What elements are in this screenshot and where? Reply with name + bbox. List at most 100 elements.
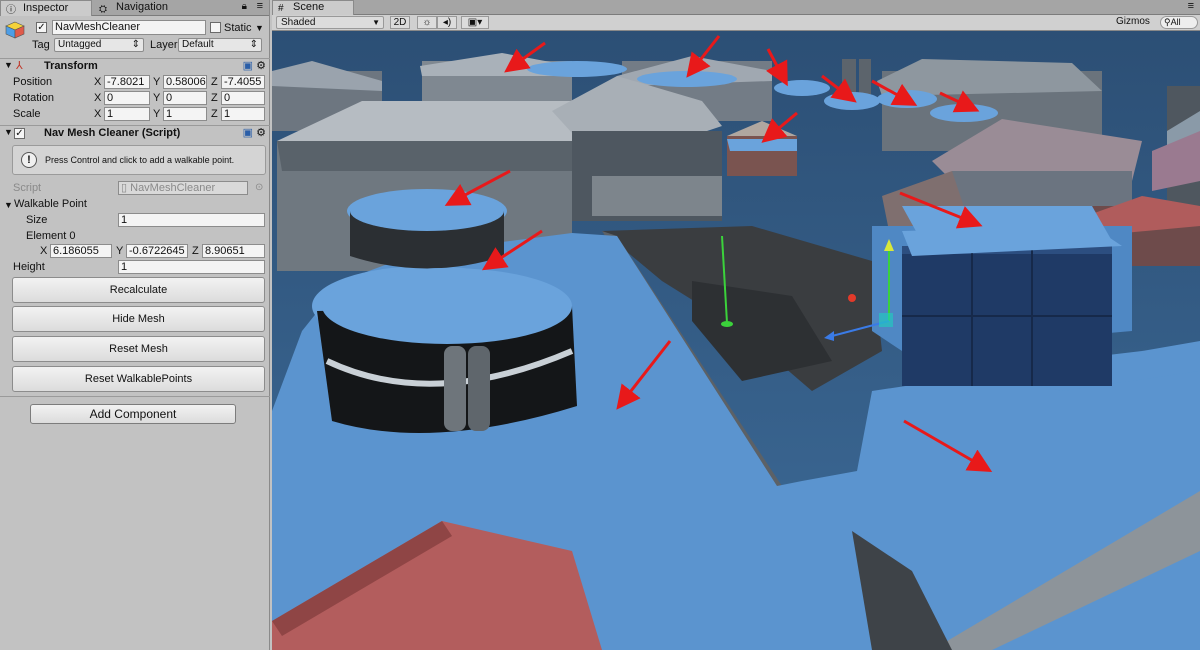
shading-mode-dropdown[interactable]: Shaded ▼: [276, 16, 384, 29]
axis-z-label: Z: [211, 92, 218, 104]
inspector-panel: ⓘ Inspector ⛭ Navigation 🔒︎ ≡ ✓ NavMeshC…: [0, 0, 270, 650]
script-component-title: Nav Mesh Cleaner (Script): [44, 127, 181, 139]
reference-book-icon[interactable]: ▣: [243, 60, 253, 72]
lighting-toggle-button[interactable]: ☼: [417, 16, 437, 29]
transform-axes-icon: ⅄: [16, 60, 23, 72]
rotation-z-field[interactable]: 0: [221, 91, 265, 105]
position-z-field[interactable]: -7.4055: [221, 75, 265, 89]
audio-toggle-button[interactable]: ◂): [437, 16, 457, 29]
hide-mesh-button[interactable]: Hide Mesh: [12, 306, 265, 332]
axis-x-label: X: [94, 76, 102, 88]
help-box: ! Press Control and click to add a walka…: [12, 145, 266, 175]
object-name-field[interactable]: NavMeshCleaner: [52, 20, 206, 35]
component-icons: ▣ ⚙: [243, 59, 266, 72]
rotation-x-field[interactable]: 0: [104, 91, 150, 105]
scene-viewport[interactable]: [272, 31, 1200, 650]
axis-z-label: Z: [211, 76, 218, 88]
component-icons: ▣ ⚙: [243, 126, 266, 139]
storage-tank-back: [350, 191, 504, 269]
static-dropdown-arrow-icon[interactable]: ▼: [255, 21, 264, 35]
object-picker-icon: ⊙: [255, 182, 264, 193]
position-x-field[interactable]: -7.8021: [104, 75, 150, 89]
chevron-down-icon: ⇕: [249, 39, 258, 50]
axis-z-label: Z: [192, 245, 199, 257]
storage-tank-front: [317, 268, 577, 433]
script-object-field: ▯ NavMeshCleaner: [118, 181, 248, 195]
axis-y-label: Y: [153, 76, 161, 88]
tab-inspector[interactable]: ⓘ Inspector: [0, 0, 92, 16]
chevron-down-icon: ▼: [372, 18, 380, 27]
toggle-2d-button[interactable]: 2D: [390, 16, 410, 29]
rotation-y-field[interactable]: 0: [163, 91, 207, 105]
layer-label: Layer: [150, 39, 178, 51]
tag-dropdown[interactable]: Untagged ⇕: [54, 38, 144, 52]
scale-x-field[interactable]: 1: [104, 107, 150, 121]
scene-panel: # Scene ≡ Shaded▼ 2D ☼ ◂) ▣▾ Gizmos ▼ ⚲A…: [272, 0, 1200, 650]
axis-y-label: Y: [116, 245, 124, 257]
axis-x-label: X: [94, 108, 102, 120]
info-icon: !: [21, 152, 37, 168]
navigation-icon: ⛭: [99, 4, 107, 15]
axis-x-label: X: [40, 245, 48, 257]
lock-icon[interactable]: 🔒︎: [242, 1, 247, 12]
unity-editor: ⓘ Inspector ⛭ Navigation 🔒︎ ≡ ✓ NavMeshC…: [0, 0, 1200, 650]
tab-scene[interactable]: # Scene: [272, 0, 354, 15]
grid-icon: #: [278, 3, 284, 14]
position-y-field[interactable]: 0.58006: [163, 75, 207, 89]
axis-z-label: Z: [211, 108, 218, 120]
add-component-button[interactable]: Add Component: [30, 404, 236, 424]
reference-book-icon[interactable]: ▣: [243, 127, 253, 139]
tab-navigation[interactable]: ⛭ Navigation: [94, 0, 194, 16]
static-checkbox[interactable]: [210, 22, 221, 33]
active-checkbox[interactable]: ✓: [36, 22, 47, 33]
recalculate-button[interactable]: Recalculate: [12, 277, 265, 303]
scale-y-field[interactable]: 1: [163, 107, 207, 121]
speaker-icon: ◂): [442, 17, 452, 28]
reset-mesh-button[interactable]: Reset Mesh: [12, 336, 265, 362]
sun-icon: ☼: [422, 17, 432, 28]
element0-z-field[interactable]: 8.90651: [202, 244, 265, 258]
static-label: Static: [224, 22, 252, 34]
foldout-triangle-icon[interactable]: ▼: [4, 198, 13, 212]
scale-z-field[interactable]: 1: [221, 107, 265, 121]
size-label: Size: [26, 214, 48, 226]
scene-search-input[interactable]: ⚲All: [1160, 16, 1198, 29]
foldout-triangle-icon[interactable]: ▼: [4, 127, 13, 137]
divider: [0, 396, 270, 397]
layer-dropdown[interactable]: Default ⇕: [178, 38, 262, 52]
reset-walkable-points-button[interactable]: Reset WalkablePoints: [12, 366, 265, 392]
gizmos-dropdown[interactable]: Gizmos ▼: [1116, 16, 1158, 38]
transform-header[interactable]: ▼ ⅄ Transform ▣ ⚙: [0, 58, 270, 74]
element0-x-field[interactable]: 6.186055: [50, 244, 112, 258]
scene-render[interactable]: [272, 31, 1200, 650]
script-enabled-checkbox[interactable]: ✓: [14, 128, 25, 139]
tag-label: Tag: [32, 39, 50, 51]
cargo-containers: [902, 226, 1122, 386]
gear-icon[interactable]: ⚙: [256, 60, 266, 72]
rotation-label: Rotation: [13, 92, 54, 104]
axis-y-label: Y: [153, 92, 161, 104]
chevron-down-icon: ⇕: [131, 39, 140, 50]
info-icon: ⓘ: [6, 5, 16, 16]
effects-toggle-button[interactable]: ▣▾: [461, 16, 489, 29]
script-component-header[interactable]: ▼ ✓ Nav Mesh Cleaner (Script) ▣ ⚙: [0, 125, 270, 141]
script-file-icon: ▯: [121, 182, 128, 194]
element0-label: Element 0: [26, 230, 76, 242]
panel-menu-icon[interactable]: ≡: [257, 0, 263, 12]
script-label: Script: [13, 182, 42, 194]
inspector-tabbar: ⓘ Inspector ⛭ Navigation 🔒︎ ≡: [0, 0, 269, 16]
scale-label: Scale: [13, 108, 41, 120]
position-label: Position: [13, 76, 53, 88]
foldout-triangle-icon[interactable]: ▼: [4, 60, 13, 70]
height-field[interactable]: 1: [118, 260, 265, 274]
height-label: Height: [13, 261, 45, 273]
axis-x-label: X: [94, 92, 102, 104]
scene-tabbar: # Scene ≡: [272, 0, 1200, 15]
image-icon: ▣▾: [467, 17, 483, 28]
size-field[interactable]: 1: [118, 213, 265, 227]
object-cube-icon: [5, 21, 25, 39]
search-icon: ⚲: [1164, 17, 1171, 27]
gear-icon[interactable]: ⚙: [256, 127, 266, 139]
panel-menu-icon[interactable]: ≡: [1188, 0, 1194, 12]
element0-y-field[interactable]: -0.6722645: [126, 244, 188, 258]
